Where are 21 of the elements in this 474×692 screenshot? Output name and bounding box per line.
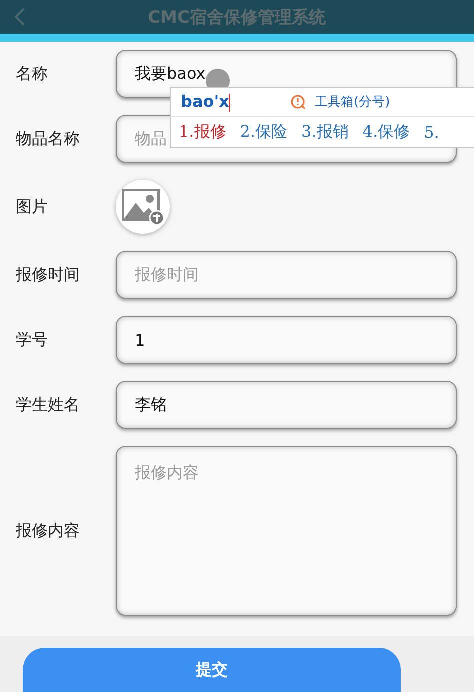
field-label: 图片 bbox=[16, 196, 49, 218]
image-upload-button[interactable] bbox=[116, 180, 170, 234]
window-title: CMC宿舍保修管理系统 bbox=[148, 6, 326, 28]
input-field[interactable]: 李铭 bbox=[116, 381, 457, 429]
field-label: 学生姓名 bbox=[16, 394, 81, 416]
field-label: 名称 bbox=[16, 64, 49, 84]
ime-candidate[interactable]: 1.报修 bbox=[179, 122, 226, 142]
input-field[interactable]: 1 bbox=[116, 316, 457, 364]
ime-candidate[interactable]: 2.保险 bbox=[240, 122, 288, 142]
submit-button[interactable]: 提交 bbox=[23, 648, 401, 692]
text-area[interactable]: 报修内容 bbox=[116, 446, 457, 616]
field-label: 报修时间 bbox=[16, 264, 81, 286]
field-label: 物品名称 bbox=[16, 128, 81, 150]
field-label: 报修内容 bbox=[16, 520, 81, 542]
input-field[interactable]: 报修时间 bbox=[116, 251, 457, 299]
toolbox-icon bbox=[291, 94, 307, 110]
ime-candidate[interactable]: 5. bbox=[424, 122, 440, 142]
ime-candidate[interactable]: 3.报销 bbox=[302, 122, 349, 142]
image-upload-icon bbox=[122, 189, 164, 225]
ime-candidate[interactable]: 4.保修 bbox=[362, 122, 410, 142]
field-label: 学号 bbox=[16, 330, 49, 350]
